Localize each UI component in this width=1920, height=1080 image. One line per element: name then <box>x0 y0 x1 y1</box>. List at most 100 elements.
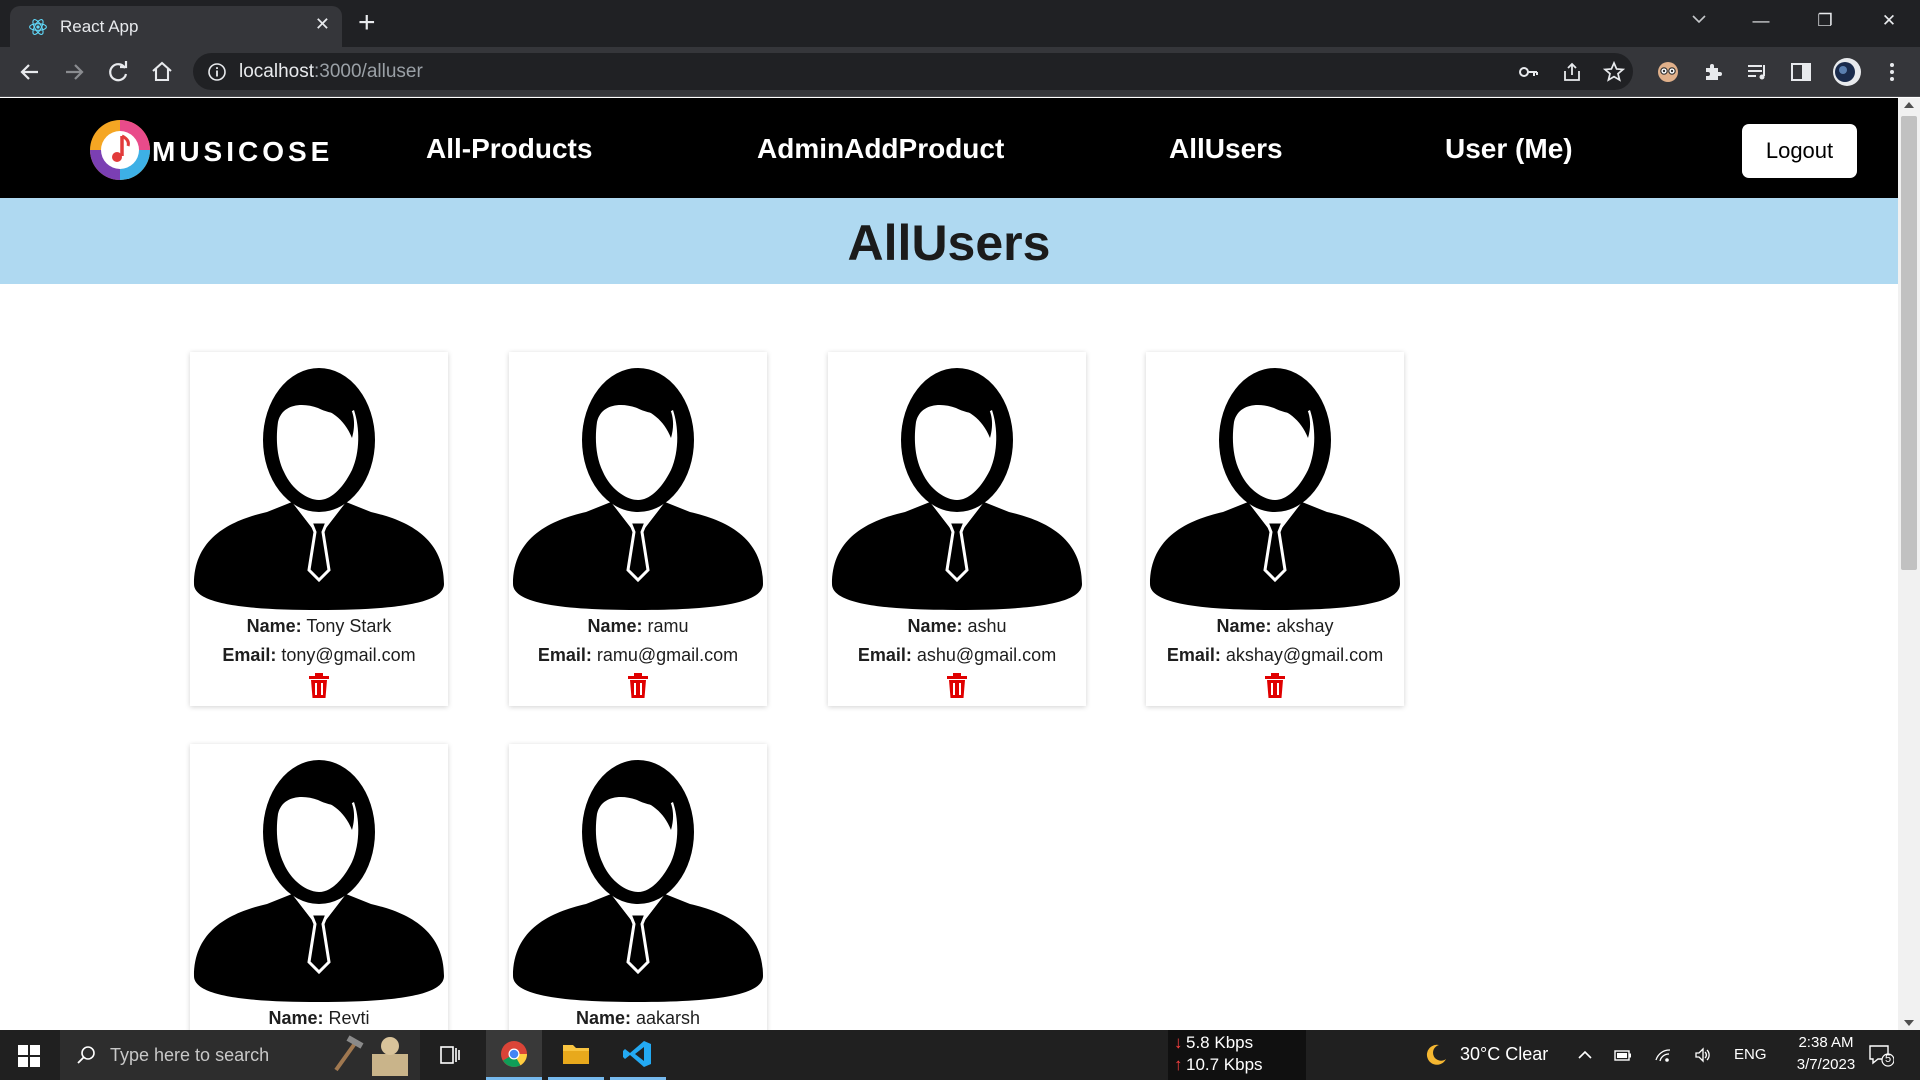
app-navbar: MUSICOSE All-Products AdminAddProduct Al… <box>0 98 1898 198</box>
name-label: Name: <box>907 616 963 636</box>
windows-start-icon[interactable] <box>18 1045 40 1067</box>
nav-link-all-users[interactable]: AllUsers <box>1169 133 1283 165</box>
windows-taskbar: Type here to search ↓ 5.8 Kbps ↑ 10.7 Kb… <box>0 1030 1920 1080</box>
task-view-icon[interactable] <box>422 1030 478 1080</box>
file-explorer-taskbar-icon[interactable] <box>548 1030 604 1080</box>
email-label: Email: <box>1166 645 1221 665</box>
user-name-value: ashu <box>967 616 1007 636</box>
user-name: Name: akshay <box>1146 616 1404 637</box>
logout-button[interactable]: Logout <box>1742 124 1857 178</box>
language-indicator[interactable]: ENG <box>1734 1046 1767 1063</box>
home-icon[interactable] <box>148 58 176 86</box>
user-card: Name: ashu Email: ashu@gmail.com <box>828 352 1086 706</box>
net-up-value: 10.7 Kbps <box>1186 1055 1263 1074</box>
browser-tab[interactable]: React App ✕ <box>10 6 342 47</box>
delete-trash-icon[interactable] <box>945 673 969 699</box>
nav-link-admin-add-product[interactable]: AdminAddProduct <box>757 133 1004 165</box>
clock-time[interactable]: 2:38 AM <box>1784 1034 1868 1051</box>
search-icon <box>77 1046 95 1064</box>
net-down-value: 5.8 Kbps <box>1186 1033 1254 1052</box>
name-label: Name: <box>587 616 643 636</box>
user-name-value: Tony Stark <box>306 616 392 636</box>
user-avatar-icon <box>192 744 446 1002</box>
user-name: Name: ashu <box>828 616 1086 637</box>
url-path: :3000/alluser <box>314 61 423 82</box>
name-label: Name: <box>246 616 302 636</box>
delete-trash-icon[interactable] <box>626 673 650 699</box>
weather-text[interactable]: 30°C Clear <box>1460 1044 1548 1065</box>
profile-avatar[interactable] <box>1832 57 1862 87</box>
address-bar[interactable]: localhost:3000/alluser <box>193 53 1633 90</box>
net-upload-speed: ↑ 10.7 Kbps <box>1174 1055 1263 1075</box>
notification-count-badge: 5 <box>1885 1053 1892 1065</box>
browser-toolbar: localhost:3000/alluser <box>0 47 1920 97</box>
minimize-button[interactable]: — <box>1730 4 1792 38</box>
user-card: Name: Revti <box>190 744 448 1030</box>
musicose-logo-icon[interactable] <box>88 118 152 182</box>
nav-link-user-me[interactable]: User (Me) <box>1445 133 1573 165</box>
close-window-button[interactable]: ✕ <box>1858 4 1920 38</box>
url-host: localhost <box>239 61 314 82</box>
user-name: Name: ramu <box>509 616 767 637</box>
page-title: AllUsers <box>847 215 1051 271</box>
email-label: Email: <box>537 645 592 665</box>
scroll-up-arrow-icon[interactable] <box>1904 102 1914 108</box>
clock-date[interactable]: 3/7/2023 <box>1784 1056 1868 1073</box>
scroll-down-arrow-icon[interactable] <box>1904 1020 1914 1026</box>
extensions-puzzle-icon[interactable] <box>1701 60 1725 84</box>
browser-menu-icon[interactable] <box>1880 60 1904 84</box>
user-name: Name: Tony Stark <box>190 616 448 637</box>
search-highlight-image <box>334 1035 408 1076</box>
delete-trash-icon[interactable] <box>1263 673 1287 699</box>
reload-icon[interactable] <box>104 58 132 86</box>
vscode-icon <box>623 1041 651 1067</box>
new-tab-button[interactable]: + <box>358 6 376 40</box>
logo-text[interactable]: MUSICOSE <box>152 136 333 168</box>
side-panel-icon[interactable] <box>1789 60 1813 84</box>
show-hidden-icons-chevron[interactable] <box>1576 1047 1594 1063</box>
name-label: Name: <box>268 1008 324 1028</box>
name-label: Name: <box>1216 616 1272 636</box>
chrome-taskbar-icon[interactable] <box>486 1030 542 1080</box>
page-viewport: MUSICOSE All-Products AdminAddProduct Al… <box>0 98 1898 1030</box>
extension-face-icon[interactable] <box>1656 60 1680 84</box>
media-queue-icon[interactable] <box>1745 60 1769 84</box>
key-icon[interactable] <box>1517 61 1539 83</box>
back-arrow-icon[interactable] <box>16 58 44 86</box>
user-name-value: ramu <box>647 616 689 636</box>
taskbar-search-box[interactable]: Type here to search <box>60 1030 420 1080</box>
scrollbar-thumb[interactable] <box>1901 116 1917 570</box>
name-label: Name: <box>575 1008 631 1028</box>
taskbar-search-placeholder: Type here to search <box>110 1045 270 1065</box>
user-email: Email: tony@gmail.com <box>190 645 448 666</box>
user-email: Email: ashu@gmail.com <box>828 645 1086 666</box>
forward-arrow-icon[interactable] <box>60 58 88 86</box>
user-name: Name: aakarsh <box>509 1008 767 1029</box>
tab-close-icon[interactable]: ✕ <box>315 14 330 35</box>
page-header-band: AllUsers <box>0 198 1898 284</box>
browser-tabstrip: React App ✕ + — ❐ ✕ <box>0 0 1920 47</box>
nav-link-all-products[interactable]: All-Products <box>426 133 592 165</box>
volume-icon[interactable] <box>1694 1047 1712 1063</box>
restore-button[interactable]: ❐ <box>1794 4 1856 38</box>
user-avatar-icon <box>830 352 1084 610</box>
user-name-value: akshay <box>1276 616 1334 636</box>
user-email-value: ashu@gmail.com <box>916 645 1057 665</box>
wifi-icon[interactable] <box>1654 1047 1672 1063</box>
net-download-speed: ↓ 5.8 Kbps <box>1174 1033 1254 1053</box>
page-scrollbar[interactable] <box>1898 98 1920 1030</box>
vscode-taskbar-icon[interactable] <box>610 1030 666 1080</box>
tab-title: React App <box>60 17 139 36</box>
delete-trash-icon[interactable] <box>307 673 331 699</box>
site-info-icon[interactable] <box>207 62 227 82</box>
user-email: Email: ramu@gmail.com <box>509 645 767 666</box>
moon-weather-icon[interactable] <box>1424 1043 1448 1067</box>
user-email-value: tony@gmail.com <box>281 645 416 665</box>
user-name-value: Revti <box>328 1008 370 1028</box>
bookmark-star-icon[interactable] <box>1603 61 1625 83</box>
tab-search-chevron-icon[interactable] <box>1690 10 1708 28</box>
url-text[interactable]: localhost:3000/alluser <box>239 61 423 83</box>
network-speed-widget: ↓ 5.8 Kbps ↑ 10.7 Kbps <box>1168 1030 1306 1080</box>
share-icon[interactable] <box>1561 61 1583 83</box>
battery-icon[interactable] <box>1614 1047 1632 1063</box>
